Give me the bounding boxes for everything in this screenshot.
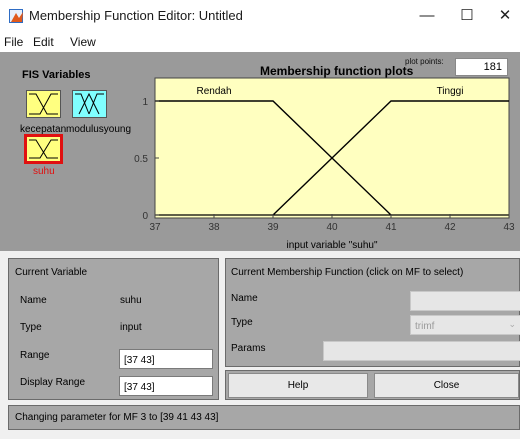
x-tick-label: 41 xyxy=(385,222,397,233)
y-tick-label: 0 xyxy=(142,211,148,222)
display-range-input[interactable]: [37 43] xyxy=(119,376,213,396)
close-button[interactable]: Close xyxy=(374,373,519,398)
x-tick-label: 37 xyxy=(149,222,161,233)
chevron-down-icon: ⌄ xyxy=(508,319,516,329)
menu-bar: File Edit View xyxy=(0,32,520,52)
close-window-button[interactable]: ✕ xyxy=(485,4,520,28)
range-label: Range xyxy=(20,350,50,361)
variable-name-value: suhu xyxy=(120,295,142,306)
name-label: Name xyxy=(20,295,47,306)
current-variable-panel: Current Variable Name suhu Type input Ra… xyxy=(8,258,219,400)
buttons-panel: Help Close xyxy=(225,370,520,400)
type-label: Type xyxy=(20,322,42,333)
help-button[interactable]: Help xyxy=(228,373,368,398)
mf-type-label: Type xyxy=(231,317,253,328)
matlab-icon xyxy=(9,9,23,23)
mf-type-value: trimf xyxy=(415,321,435,332)
current-variable-title: Current Variable xyxy=(15,267,88,278)
x-tick-label: 42 xyxy=(444,222,456,233)
maximize-button[interactable]: ☐ xyxy=(447,4,487,28)
x-tick-label: 43 xyxy=(503,222,515,233)
properties-area: Current Variable Name suhu Type input Ra… xyxy=(0,251,520,439)
mf-type-select[interactable]: trimf ⌄ xyxy=(410,315,520,335)
mf-label-tinggi[interactable]: Tinggi xyxy=(437,86,464,97)
menu-view[interactable]: View xyxy=(70,35,96,49)
mf-params-input[interactable] xyxy=(323,341,520,361)
x-tick-label: 40 xyxy=(326,222,338,233)
x-tick-label: 39 xyxy=(267,222,279,233)
variable-type-value: input xyxy=(120,322,142,333)
display-range-label: Display Range xyxy=(20,377,86,388)
y-tick-label: 0.5 xyxy=(134,154,148,165)
range-input[interactable]: [37 43] xyxy=(119,349,213,369)
title-bar: Membership Function Editor: Untitled — ☐… xyxy=(0,0,520,32)
menu-edit[interactable]: Edit xyxy=(33,35,54,49)
mf-params-label: Params xyxy=(231,343,266,354)
minimize-button[interactable]: — xyxy=(407,4,447,28)
mf-name-label: Name xyxy=(231,293,258,304)
current-mf-panel: Current Membership Function (click on MF… xyxy=(225,258,520,367)
mf-name-input[interactable] xyxy=(410,291,520,311)
membership-function-plot[interactable]: 37 38 39 40 41 42 43 0 0.5 1 Rendah Tinggi input v… xyxy=(0,52,520,251)
status-bar: Changing parameter for MF 3 to [39 41 43… xyxy=(8,405,520,430)
menu-file[interactable]: File xyxy=(4,35,23,49)
x-axis-label: input variable "suhu" xyxy=(286,240,377,251)
x-tick-label: 38 xyxy=(208,222,220,233)
plot-panel: FIS Variables kecepatan modulusyoung suh… xyxy=(0,52,520,251)
mf-label-rendah[interactable]: Rendah xyxy=(196,86,231,97)
window-title: Membership Function Editor: Untitled xyxy=(29,8,243,23)
y-tick-label: 1 xyxy=(142,97,148,108)
plot-area xyxy=(154,77,510,219)
current-mf-title: Current Membership Function (click on MF… xyxy=(231,267,464,278)
